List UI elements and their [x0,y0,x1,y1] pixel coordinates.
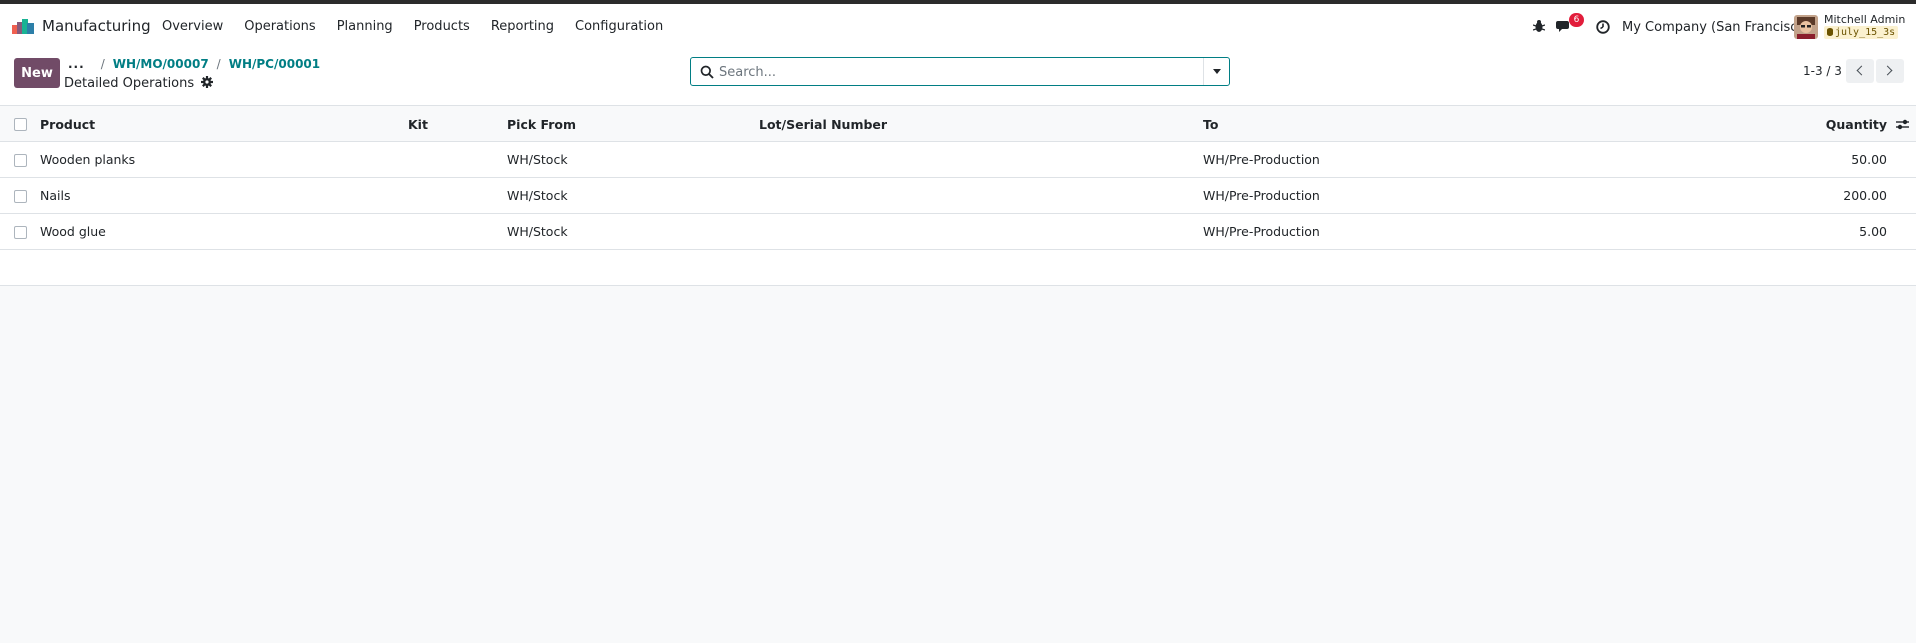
menu-products[interactable]: Products [414,19,470,34]
main-menu: Overview Operations Planning Products Re… [162,19,684,34]
cell-pick-from[interactable]: WH/Stock [507,224,568,239]
menu-configuration[interactable]: Configuration [575,19,663,34]
column-header-kit[interactable]: Kit [408,117,428,132]
breadcrumb-collapsed[interactable]: ... [68,57,85,71]
avatar[interactable] [1794,15,1818,39]
app-name[interactable]: Manufacturing [42,17,151,35]
cell-pick-from[interactable]: WH/Stock [507,152,568,167]
menu-planning[interactable]: Planning [337,19,393,34]
table-header: Product Kit Pick From Lot/Serial Number … [0,106,1916,142]
search-icon [700,65,714,79]
cell-quantity[interactable]: 5.00 [1859,224,1887,239]
cell-product[interactable]: Nails [40,188,70,203]
cell-product[interactable]: Wood glue [40,224,106,239]
menu-overview[interactable]: Overview [162,19,223,34]
row-checkbox[interactable] [14,226,27,239]
page-title-text: Detailed Operations [64,76,195,91]
top-navbar: Manufacturing Overview Operations Planni… [0,4,1916,48]
manufacturing-logo-icon[interactable] [12,18,34,34]
database-badge: july_15_3s [1824,26,1899,39]
list-view: Product Kit Pick From Lot/Serial Number … [0,106,1916,286]
user-name[interactable]: Mitchell Admin [1824,13,1905,26]
column-header-product[interactable]: Product [40,117,95,132]
table-row[interactable]: Wood glue WH/Stock WH/Pre-Production 5.0… [0,214,1916,250]
database-icon [1827,28,1833,36]
cell-product[interactable]: Wooden planks [40,152,135,167]
breadcrumb-separator: / [100,57,105,71]
database-name: july_15_3s [1835,27,1896,38]
cell-to[interactable]: WH/Pre-Production [1203,188,1320,203]
cell-quantity[interactable]: 50.00 [1851,152,1887,167]
chevron-right-icon [1882,65,1893,76]
chevron-left-icon [1856,65,1867,76]
column-header-to[interactable]: To [1203,117,1218,132]
cell-pick-from[interactable]: WH/Stock [507,188,568,203]
cell-to[interactable]: WH/Pre-Production [1203,152,1320,167]
search-options-toggle[interactable] [1203,58,1229,85]
page-title: Detailed Operations [64,76,214,91]
gear-icon[interactable] [201,76,214,88]
pager-value[interactable]: 1-3 / 3 [1803,64,1842,78]
table-row[interactable]: Nails WH/Stock WH/Pre-Production 200.00 [0,178,1916,214]
new-button[interactable]: New [14,58,60,88]
column-header-quantity[interactable]: Quantity [1826,117,1887,132]
message-count-badge: 6 [1569,13,1584,27]
column-header-lot-serial[interactable]: Lot/Serial Number [759,117,887,132]
select-all-checkbox[interactable] [14,118,27,131]
breadcrumb-manufacturing-order[interactable]: WH/MO/00007 [113,57,209,71]
menu-operations[interactable]: Operations [244,19,315,34]
pager-next-button[interactable] [1876,59,1904,83]
search-box [690,57,1230,86]
caret-down-icon [1213,69,1221,74]
control-panel: New ... / WH/MO/00007 / WH/PC/00001 Deta… [0,48,1916,106]
optional-columns-icon[interactable] [1895,118,1910,131]
column-header-pick-from[interactable]: Pick From [507,117,576,132]
bug-icon[interactable] [1533,19,1545,33]
cell-to[interactable]: WH/Pre-Production [1203,224,1320,239]
breadcrumb: ... / WH/MO/00007 / WH/PC/00001 [68,57,320,71]
menu-reporting[interactable]: Reporting [491,19,554,34]
row-checkbox[interactable] [14,154,27,167]
cell-quantity[interactable]: 200.00 [1843,188,1887,203]
breadcrumb-separator: / [216,57,221,71]
clock-icon[interactable] [1596,20,1610,34]
search-input[interactable] [719,62,1189,82]
row-checkbox[interactable] [14,190,27,203]
breadcrumb-picking[interactable]: WH/PC/00001 [229,57,320,71]
table-row[interactable]: Wooden planks WH/Stock WH/Pre-Production… [0,142,1916,178]
company-switcher[interactable]: My Company (San Francisco) [1622,20,1810,35]
pager-previous-button[interactable] [1846,59,1874,83]
